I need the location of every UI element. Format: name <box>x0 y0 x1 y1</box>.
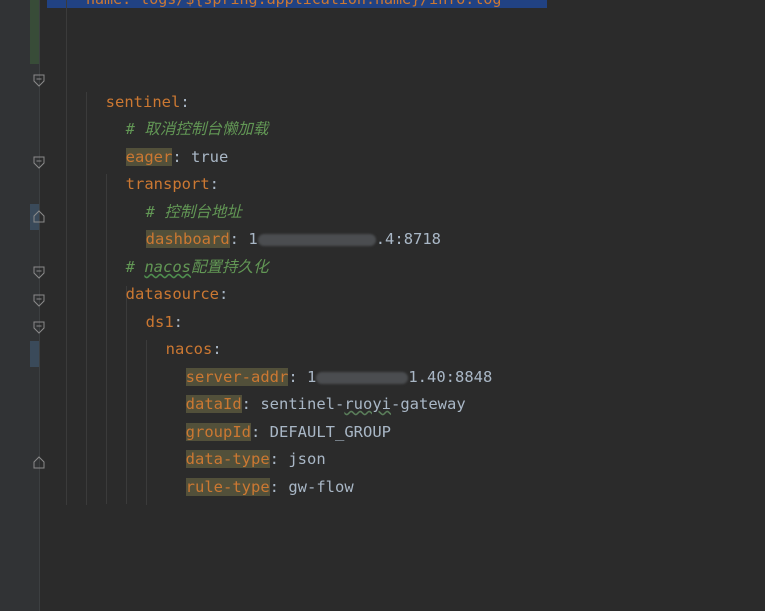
code-line-top-partial[interactable]: name: logs/${spring.application.name}/in… <box>86 0 501 8</box>
fold-arrow-icon[interactable] <box>33 294 45 307</box>
code-line-groupid[interactable]: groupId: DEFAULT_GROUP <box>167 399 391 441</box>
vcs-change-marker[interactable] <box>30 0 39 64</box>
fold-arrow-icon[interactable] <box>33 321 45 334</box>
code-line-server-addr[interactable]: server-addr: 1 1.40:8848 <box>167 344 492 386</box>
code-line-dataid[interactable]: dataId: sentinel-ruoyi-gateway <box>167 371 466 413</box>
yaml-key: rule-type <box>185 478 270 496</box>
code-line-ds1[interactable]: ds1: <box>127 289 183 331</box>
code-line-nacos[interactable]: nacos: <box>147 316 222 358</box>
fold-end-icon[interactable] <box>33 210 45 223</box>
fold-arrow-icon[interactable] <box>33 74 45 87</box>
fold-arrow-icon[interactable] <box>33 266 45 279</box>
code-line-eager[interactable]: eager: true <box>107 124 228 166</box>
redacted-ip <box>257 233 376 246</box>
code-line-data-type[interactable]: data-type: json <box>167 426 326 468</box>
vcs-change-marker[interactable] <box>30 341 39 367</box>
fold-arrow-icon[interactable] <box>33 156 45 169</box>
code-line-sentinel[interactable]: sentinel: <box>87 69 190 111</box>
yaml-value: gw-flow <box>288 478 354 496</box>
fold-end-icon[interactable] <box>33 456 45 469</box>
code-line-comment-dashboard[interactable]: # 控制台地址 <box>127 179 242 221</box>
editor-gutter <box>0 0 45 611</box>
code-line-dashboard[interactable]: dashboard: 1.4:8718 <box>127 206 441 248</box>
code-line-rule-type[interactable]: rule-type: gw-flow <box>167 454 354 496</box>
code-line-datasource[interactable]: datasource: <box>107 261 229 303</box>
code-line-comment-eager[interactable]: # 取消控制台懒加载 <box>107 96 269 138</box>
code-line-comment-nacos[interactable]: # nacos配置持久化 <box>107 234 269 276</box>
code-line-transport[interactable]: transport: <box>107 151 219 193</box>
